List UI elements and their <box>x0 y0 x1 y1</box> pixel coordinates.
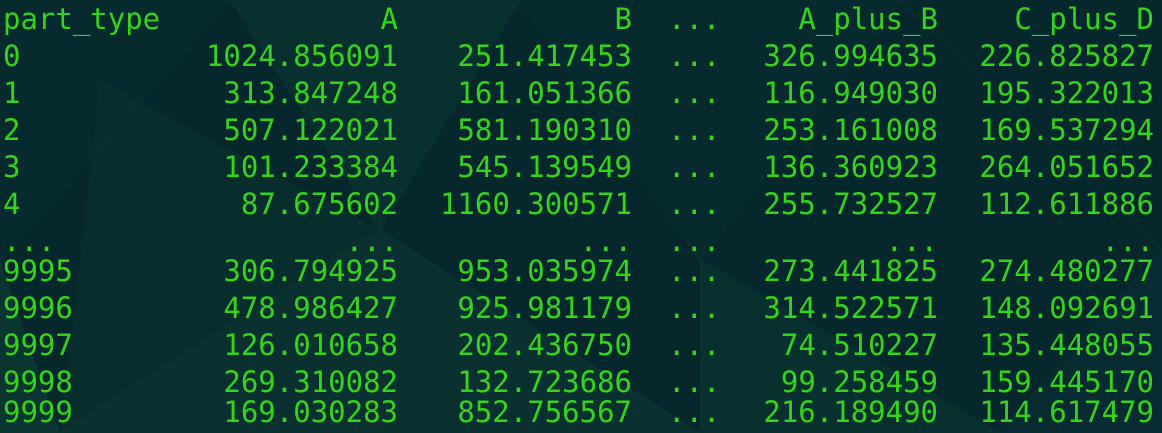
cell-a: 87.675602 <box>240 187 398 221</box>
cell-a-plus-b: 253.161008 <box>763 113 938 147</box>
cell-b: 161.051366 <box>457 76 632 110</box>
table-row: 9996 478.986427 925.981179 ... 314.52257… <box>0 289 1162 327</box>
cell-b: 251.417453 <box>457 39 632 73</box>
cell-a-plus-b: 216.189490 <box>763 395 938 429</box>
cell-c-plus-d: 114.617479 <box>979 395 1154 429</box>
column-header-a-plus-b: A_plus_B <box>798 2 938 36</box>
table-row: 2 507.122021 581.190310 ... 253.161008 1… <box>0 111 1162 149</box>
table-row: 3 101.233384 545.139549 ... 136.360923 2… <box>0 148 1162 186</box>
cell-c-plus-d: 112.611886 <box>979 187 1154 221</box>
table-header: part_type A B ... A_plus_B C_plus_D <box>0 0 1162 38</box>
cell-ellipsis: ... <box>668 254 721 288</box>
cell-a: 306.794925 <box>223 254 398 288</box>
row-index: 1 <box>3 76 21 110</box>
cell-a-plus-b: 326.994635 <box>763 39 938 73</box>
cell-b: 202.436750 <box>457 328 632 362</box>
cell-c-plus-d: 135.448055 <box>979 328 1154 362</box>
cell-b: 581.190310 <box>457 113 632 147</box>
cell-b: 852.756567 <box>457 395 632 429</box>
cell-a: 126.010658 <box>223 328 398 362</box>
cell-a-plus-b: 136.360923 <box>763 150 938 184</box>
cell-a-plus-b: 273.441825 <box>763 254 938 288</box>
column-header-ellipsis: ... <box>668 2 721 36</box>
terminal-output: part_type A B ... A_plus_B C_plus_D 0 10… <box>0 0 1162 433</box>
cell-a: 101.233384 <box>223 150 398 184</box>
table-row: 1 313.847248 161.051366 ... 116.949030 1… <box>0 74 1162 112</box>
cell-c-plus-d: 264.051652 <box>979 150 1154 184</box>
cell-ellipsis: ... <box>668 395 721 429</box>
row-index: 0 <box>3 39 21 73</box>
cell-b: 953.035974 <box>457 254 632 288</box>
column-header-b: B <box>614 2 632 36</box>
column-header-a: A <box>380 2 398 36</box>
row-index: 2 <box>3 113 21 147</box>
row-index: 9997 <box>3 328 73 362</box>
table-row: 0 1024.856091 251.417453 ... 326.994635 … <box>0 37 1162 75</box>
table-row: 9997 126.010658 202.436750 ... 74.510227… <box>0 326 1162 364</box>
table-row: 9995 306.794925 953.035974 ... 273.44182… <box>0 252 1162 290</box>
table-row: 4 87.675602 1160.300571 ... 255.732527 1… <box>0 185 1162 223</box>
cell-a: 478.986427 <box>223 291 398 325</box>
cell-ellipsis: ... <box>668 187 721 221</box>
cell-b: 545.139549 <box>457 150 632 184</box>
row-index: 9996 <box>3 291 73 325</box>
column-header-c-plus-d: C_plus_D <box>1014 2 1154 36</box>
row-index: 9995 <box>3 254 73 288</box>
row-index: 3 <box>3 150 21 184</box>
row-index: 4 <box>3 187 21 221</box>
cell-a-plus-b: 74.510227 <box>780 328 938 362</box>
cell-ellipsis: ... <box>668 76 721 110</box>
cell-c-plus-d: 274.480277 <box>979 254 1154 288</box>
cell-c-plus-d: 226.825827 <box>979 39 1154 73</box>
cell-a: 169.030283 <box>223 395 398 429</box>
cell-a-plus-b: 116.949030 <box>763 76 938 110</box>
cell-ellipsis: ... <box>668 39 721 73</box>
cell-a: 507.122021 <box>223 113 398 147</box>
cell-a: 313.847248 <box>223 76 398 110</box>
cell-ellipsis: ... <box>668 328 721 362</box>
cell-ellipsis: ... <box>668 150 721 184</box>
cell-a-plus-b: 255.732527 <box>763 187 938 221</box>
cell-c-plus-d: 169.537294 <box>979 113 1154 147</box>
table-row: 9999 169.030283 852.756567 ... 216.18949… <box>0 393 1162 431</box>
cell-a: 1024.856091 <box>205 39 398 73</box>
row-index: 9999 <box>3 395 73 429</box>
cell-ellipsis: ... <box>668 113 721 147</box>
cell-ellipsis: ... <box>668 291 721 325</box>
cell-c-plus-d: 148.092691 <box>979 291 1154 325</box>
cell-a-plus-b: 314.522571 <box>763 291 938 325</box>
column-header-part-type: part_type <box>3 2 161 36</box>
cell-b: 925.981179 <box>457 291 632 325</box>
cell-c-plus-d: 195.322013 <box>979 76 1154 110</box>
cell-b: 1160.300571 <box>439 187 632 221</box>
